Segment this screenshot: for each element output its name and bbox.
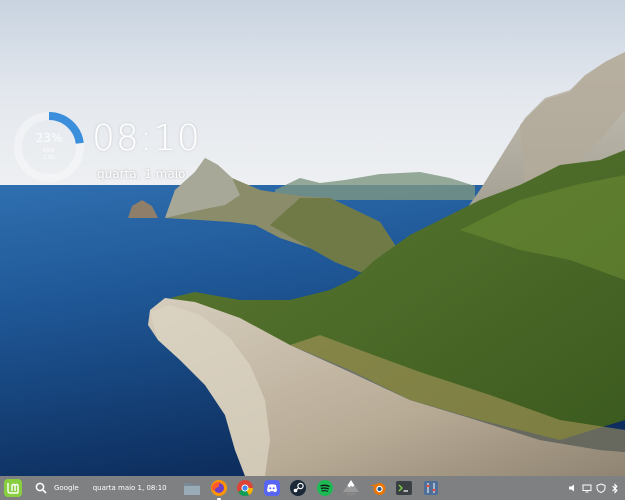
desktop-clock-date: quarta, 1 maio [97,167,186,181]
shield-icon[interactable] [595,481,607,495]
display-icon[interactable] [581,481,593,495]
dock-launchers [181,477,446,500]
firefox-icon[interactable] [208,477,230,500]
system-monitor-widget: 23% RAM 1.9G 08:10 quarta, 1 maio [10,108,200,188]
files-icon[interactable] [181,477,203,499]
ram-usage-ring [10,108,88,186]
system-tray [565,481,621,495]
discord-icon[interactable] [261,477,283,499]
desktop-wallpaper [0,0,625,476]
mixer-icon[interactable] [420,477,442,499]
blender-icon[interactable] [367,477,389,499]
volume-icon[interactable] [567,481,579,495]
ram-percent: 23% [35,131,63,145]
ram-label: RAM [42,148,56,154]
search-engine-label[interactable]: Google [54,484,79,492]
panel-clock[interactable]: quarta maio 1, 08:10 [93,484,167,492]
chrome-icon[interactable] [234,477,256,499]
linux-mint-menu-icon[interactable] [2,477,24,499]
bluetooth-icon[interactable] [609,481,621,495]
spotify-icon[interactable] [314,477,336,499]
ram-value: 1.9G [43,155,55,161]
steam-icon[interactable] [287,477,309,499]
desktop-clock-time: 08:10 [92,118,201,159]
taskbar-panel: Google quarta maio 1, 08:10 [0,476,625,500]
inkscape-icon[interactable] [340,477,362,499]
terminal-icon[interactable] [393,477,415,499]
search-icon[interactable] [32,479,50,497]
